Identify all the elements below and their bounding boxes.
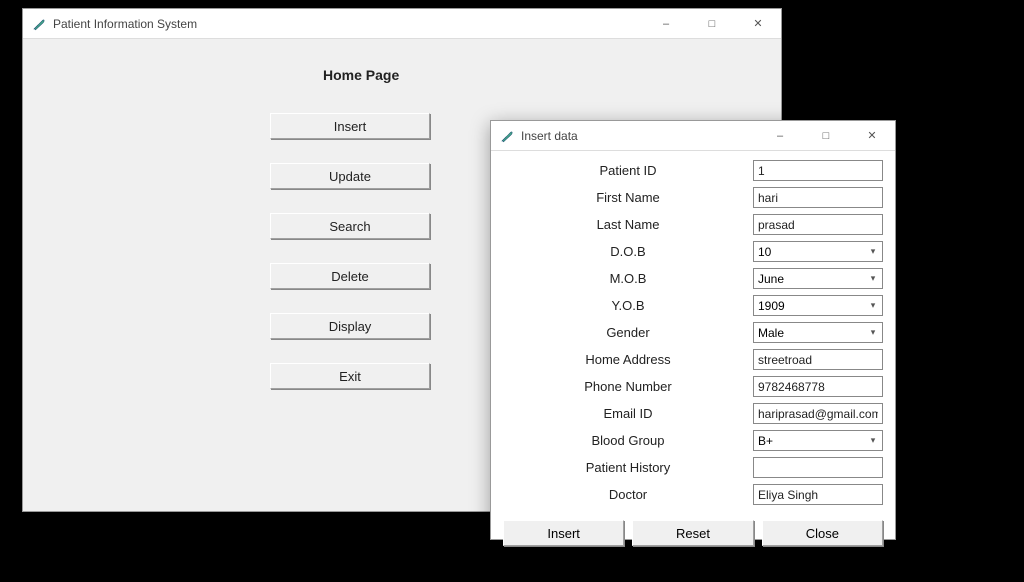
dialog-close-label: Close bbox=[806, 526, 839, 541]
label-phone: Phone Number bbox=[503, 379, 753, 394]
dialog-close-button[interactable]: ✕ bbox=[849, 121, 895, 151]
label-yob: Y.O.B bbox=[503, 298, 753, 313]
exit-button[interactable]: Exit bbox=[270, 363, 430, 389]
main-title: Patient Information System bbox=[53, 17, 197, 31]
dialog-reset-label: Reset bbox=[676, 526, 710, 541]
combo-gender[interactable]: ▾ bbox=[753, 322, 883, 343]
dialog-titlebar[interactable]: Insert data – □ ✕ bbox=[491, 121, 895, 151]
label-last-name: Last Name bbox=[503, 217, 753, 232]
display-button[interactable]: Display bbox=[270, 313, 430, 339]
dialog-insert-button[interactable]: Insert bbox=[503, 520, 624, 546]
dialog-close-button2[interactable]: Close bbox=[762, 520, 883, 546]
dialog-maximize-button[interactable]: □ bbox=[803, 121, 849, 151]
combo-dob[interactable]: ▾ bbox=[753, 241, 883, 262]
combo-dob-input[interactable] bbox=[753, 241, 883, 262]
label-email: Email ID bbox=[503, 406, 753, 421]
combo-mob[interactable]: ▾ bbox=[753, 268, 883, 289]
input-first-name[interactable] bbox=[753, 187, 883, 208]
input-phone[interactable] bbox=[753, 376, 883, 397]
main-titlebar[interactable]: Patient Information System – □ ✕ bbox=[23, 9, 781, 39]
search-button[interactable]: Search bbox=[270, 213, 430, 239]
label-patient-id: Patient ID bbox=[503, 163, 753, 178]
exit-button-label: Exit bbox=[339, 369, 361, 384]
insert-button-label: Insert bbox=[334, 119, 367, 134]
minimize-button[interactable]: – bbox=[643, 9, 689, 39]
delete-button[interactable]: Delete bbox=[270, 263, 430, 289]
label-first-name: First Name bbox=[503, 190, 753, 205]
label-gender: Gender bbox=[503, 325, 753, 340]
combo-blood[interactable]: ▾ bbox=[753, 430, 883, 451]
close-button[interactable]: ✕ bbox=[735, 9, 781, 39]
dialog-reset-button[interactable]: Reset bbox=[632, 520, 753, 546]
update-button[interactable]: Update bbox=[270, 163, 430, 189]
input-doctor[interactable] bbox=[753, 484, 883, 505]
dialog-button-row: Insert Reset Close bbox=[491, 512, 895, 546]
label-doctor: Doctor bbox=[503, 487, 753, 502]
input-address[interactable] bbox=[753, 349, 883, 370]
input-last-name[interactable] bbox=[753, 214, 883, 235]
input-email[interactable] bbox=[753, 403, 883, 424]
input-patient-id[interactable] bbox=[753, 160, 883, 181]
label-blood: Blood Group bbox=[503, 433, 753, 448]
label-dob: D.O.B bbox=[503, 244, 753, 259]
dialog-client: Patient ID First Name Last Name D.O.B ▾ … bbox=[491, 151, 895, 539]
maximize-button[interactable]: □ bbox=[689, 9, 735, 39]
combo-yob-input[interactable] bbox=[753, 295, 883, 316]
combo-blood-input[interactable] bbox=[753, 430, 883, 451]
input-history[interactable] bbox=[753, 457, 883, 478]
combo-yob[interactable]: ▾ bbox=[753, 295, 883, 316]
label-mob: M.O.B bbox=[503, 271, 753, 286]
combo-mob-input[interactable] bbox=[753, 268, 883, 289]
insert-dialog: Insert data – □ ✕ Patient ID First Name … bbox=[490, 120, 896, 540]
display-button-label: Display bbox=[329, 319, 372, 334]
update-button-label: Update bbox=[329, 169, 371, 184]
delete-button-label: Delete bbox=[331, 269, 369, 284]
dialog-title: Insert data bbox=[521, 129, 578, 143]
app-icon bbox=[31, 16, 47, 32]
page-heading: Home Page bbox=[323, 67, 399, 83]
label-history: Patient History bbox=[503, 460, 753, 475]
insert-button[interactable]: Insert bbox=[270, 113, 430, 139]
combo-gender-input[interactable] bbox=[753, 322, 883, 343]
dialog-insert-label: Insert bbox=[547, 526, 580, 541]
app-icon bbox=[499, 128, 515, 144]
search-button-label: Search bbox=[329, 219, 370, 234]
label-address: Home Address bbox=[503, 352, 753, 367]
dialog-minimize-button[interactable]: – bbox=[757, 121, 803, 151]
